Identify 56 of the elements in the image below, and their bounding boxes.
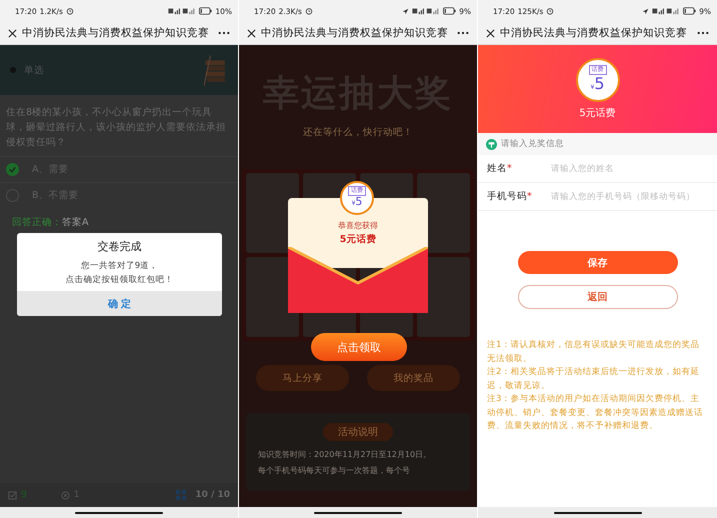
more-icon[interactable]: [457, 31, 469, 35]
books-drawing: [204, 53, 228, 87]
input-field[interactable]: 请输入您的手机号码（限移动号码）: [551, 188, 717, 206]
alarm-icon: [304, 7, 313, 15]
signpost-icon: [486, 138, 497, 150]
battery-icon: [443, 7, 456, 15]
prize-text: 5元话费: [579, 106, 616, 120]
more-icon[interactable]: [697, 31, 709, 35]
home-indicator[interactable]: [554, 512, 642, 514]
home-indicator[interactable]: [75, 512, 163, 514]
progress-count: 10 / 10: [195, 490, 230, 500]
battery-icon: [683, 7, 696, 15]
confirm-button[interactable]: 确 定: [17, 291, 222, 316]
note-text: 注2：相关奖品将于活动结束后统一进行发放，如有延迟，敬请见谅。: [487, 366, 700, 392]
question-type: 单选: [24, 64, 45, 76]
radio-button[interactable]: [6, 189, 19, 202]
back-button[interactable]: 返回: [518, 285, 678, 309]
note-text: 注1：请认真核对，信息有误或缺失可能造成您的奖品无法领取。: [487, 339, 700, 366]
congrats-text: 恭喜您获得: [338, 220, 378, 231]
battery-icon: [199, 7, 212, 15]
rule-text: 知识竞答时间：2020年11月27日至12月10日。: [258, 449, 432, 461]
check-icon: [7, 164, 18, 175]
close-icon[interactable]: [247, 28, 256, 38]
radio-button[interactable]: [6, 163, 19, 176]
close-icon[interactable]: [8, 28, 17, 38]
result-label: 回答正确：: [12, 216, 62, 229]
field-label: 手机号码*: [487, 190, 533, 203]
section-title: 请输入兑奖信息: [501, 138, 564, 150]
rules-title: 活动说明: [323, 423, 393, 441]
lottery-subheading: 还在等什么，快行动吧！: [303, 126, 413, 139]
dialog-message: 点击确定按钮领取红包吧！: [66, 274, 174, 287]
input-field[interactable]: 请输入您的姓名: [551, 160, 717, 178]
page-title: 中消协民法典与消费权益保护知识竞赛: [500, 26, 688, 40]
close-icon[interactable]: [486, 28, 495, 38]
alarm-icon: [66, 7, 74, 15]
page-title: 中消协民法典与消费权益保护知识竞赛: [22, 26, 210, 40]
prize-text: 5元话费: [340, 233, 376, 246]
rule-text: 每个手机号码每天可参与一次答题，每个号: [258, 465, 411, 477]
page-title: 中消协民法典与消费权益保护知识竞赛: [261, 26, 449, 40]
dialog-title: 交卷完成: [98, 239, 142, 255]
field-label: 姓名*: [487, 162, 513, 175]
action-button[interactable]: 我的奖品: [367, 365, 460, 391]
signal-icon: [168, 7, 196, 15]
alarm-icon: [546, 7, 554, 15]
signal-icon: [412, 7, 440, 15]
claim-button[interactable]: 点击领取: [311, 333, 407, 361]
result-answer: 答案A: [62, 216, 88, 229]
save-button[interactable]: 保存: [518, 251, 678, 274]
home-indicator[interactable]: [314, 512, 402, 514]
wrong-icon: [60, 490, 70, 500]
action-button[interactable]: 马上分享: [256, 365, 349, 391]
dialog-message: 您一共答对了9道，: [80, 260, 158, 273]
checkbox-icon: [8, 490, 17, 500]
signal-icon: [652, 7, 680, 15]
more-icon[interactable]: [218, 31, 230, 35]
note-text: 注3：参与本活动的用户如在活动期间因欠费停机、主动停机、销户、套餐变更、套餐冲突等因素造成赠送话费、流量失败的情况，将不予补赠和退费。: [487, 393, 704, 433]
